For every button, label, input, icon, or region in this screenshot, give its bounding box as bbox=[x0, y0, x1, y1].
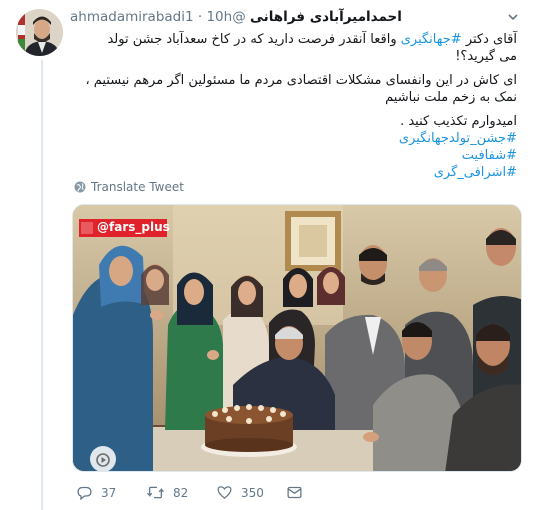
hashtag-link[interactable]: #جهانگیری bbox=[401, 32, 462, 47]
share-icon bbox=[287, 486, 302, 499]
retweet-count: 82 bbox=[173, 485, 189, 500]
hashtag-link[interactable]: #اشرافی_گری bbox=[74, 164, 517, 181]
tweet-line: امیدوارم تکذیب کنید . bbox=[400, 114, 517, 129]
tweet-header: احمدامیرآبادی فراهانی @ahmadamirabadi1 ·… bbox=[70, 9, 510, 29]
tweet-media[interactable]: @fars_plus bbox=[72, 204, 522, 472]
hashtag-link[interactable]: #شفافیت bbox=[74, 147, 517, 164]
like-count: 350 bbox=[241, 485, 264, 500]
retweet-icon bbox=[146, 486, 165, 499]
caret-down-icon[interactable] bbox=[506, 9, 520, 23]
share-button[interactable] bbox=[286, 484, 303, 501]
line-gap bbox=[74, 106, 517, 113]
thread-line bbox=[41, 60, 43, 510]
play-icon[interactable] bbox=[94, 451, 112, 469]
line-gap bbox=[74, 65, 517, 72]
separator: · bbox=[197, 9, 203, 25]
display-name[interactable]: احمدامیرآبادی فراهانی bbox=[250, 9, 402, 25]
reply-count: 37 bbox=[101, 485, 117, 500]
translate-tweet-link[interactable]: Translate Tweet bbox=[74, 180, 184, 194]
reply-button[interactable]: 37 bbox=[76, 484, 116, 501]
timestamp[interactable]: 10h bbox=[206, 9, 232, 25]
tweet-text: آقای دکتر #جهانگیری واقعا آنقدر فرصت دار… bbox=[74, 31, 517, 181]
like-icon bbox=[217, 486, 232, 499]
tweet-line: آقای دکتر #جهانگیری واقعا آنقدر فرصت دار… bbox=[74, 31, 517, 48]
text-segment: آقای دکتر bbox=[461, 32, 517, 47]
reply-icon bbox=[77, 486, 92, 501]
tweet-line: می گیرید؟! bbox=[455, 49, 517, 64]
like-button[interactable]: 350 bbox=[216, 484, 264, 501]
tweet-actions: 37 82 350 bbox=[72, 484, 522, 504]
retweet-button[interactable]: 82 bbox=[146, 484, 188, 501]
hashtag-link[interactable]: #جشن_تولدجهانگیری bbox=[74, 130, 517, 147]
text-segment: واقعا آنقدر فرصت دارید که در کاخ سعدآباد… bbox=[107, 32, 401, 47]
translate-label: Translate Tweet bbox=[91, 180, 184, 194]
media-watermark: @fars_plus bbox=[97, 220, 170, 234]
avatar[interactable] bbox=[16, 9, 63, 56]
globe-icon bbox=[74, 181, 86, 193]
tweet-line: ای کاش در این وانفسای مشکلات اقتصادی مرد… bbox=[85, 73, 517, 105]
